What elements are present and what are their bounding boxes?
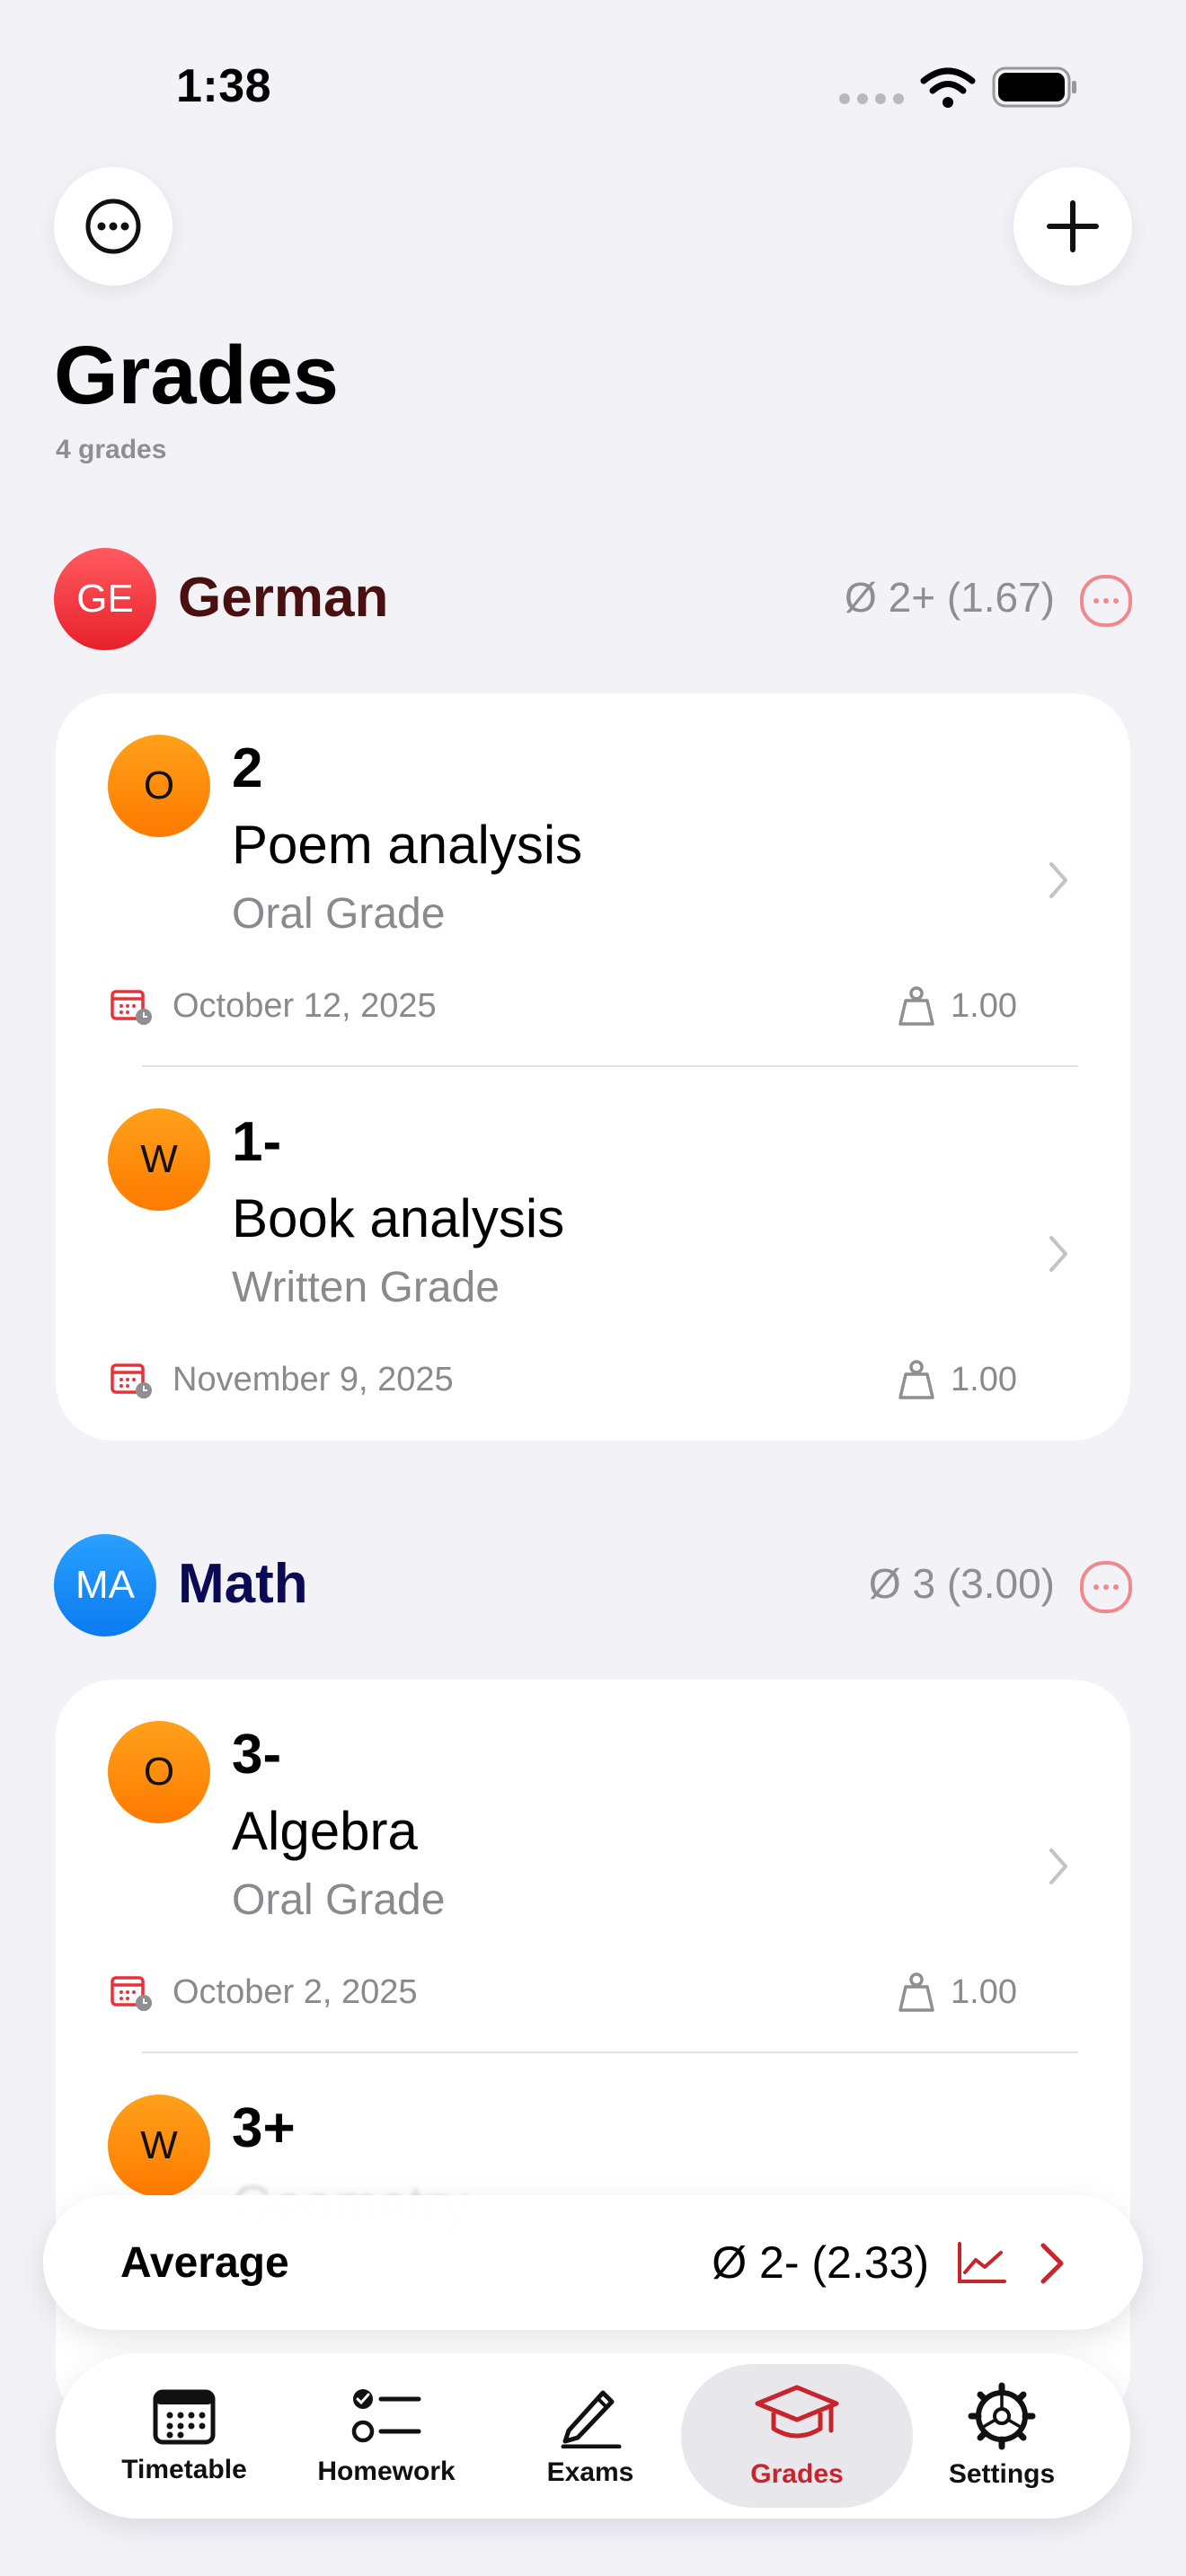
grade-date: October 2, 2025 [173,1973,418,2011]
chevron-right-icon [1049,1848,1067,1884]
grade-weight: 1.00 [951,987,1017,1025]
weight-icon [898,1972,934,2012]
tab-label: Timetable [121,2455,247,2484]
chevron-right-icon [1049,862,1067,898]
checklist-icon [351,2389,421,2443]
calendar-clock-icon [111,1976,152,2011]
tab-exams[interactable]: Exams [494,2353,686,2519]
grade-date: November 9, 2025 [173,1361,454,1398]
grade-kind: Oral Grade [232,890,446,938]
calendar-clock-icon [111,1363,152,1398]
wifi-icon [920,67,976,108]
gear-icon [968,2382,1036,2450]
tab-label: Settings [948,2459,1056,2489]
graduation-cap-icon [755,2385,839,2439]
overall-average: Ø 2- (2.33) [712,2237,929,2288]
german-options-button[interactable] [1080,575,1132,627]
grade-kind: Oral Grade [232,1876,446,1924]
weight-icon [898,986,934,1026]
subject-name-math: Math [178,1553,308,1615]
grade-value: 3+ [232,2097,296,2159]
subject-name-german: German [178,567,389,629]
grade-type-badge: O [108,735,210,837]
subject-badge-math: MA [54,1534,156,1636]
chevron-right-icon[interactable] [1039,2242,1066,2285]
battery-icon [992,66,1076,108]
grade-kind: Written Grade [232,1264,500,1311]
grade-value: 2 [232,737,263,799]
calendar-clock-icon [111,990,152,1025]
grade-date: October 12, 2025 [173,987,437,1025]
grade-count: 4 grades [56,435,167,464]
tab-grades[interactable]: Grades [697,2353,897,2519]
cellular-signal-icon [839,93,904,104]
subject-badge-german: GE [54,548,156,650]
more-options-button[interactable] [54,167,173,286]
page-title: Grades [54,330,340,421]
chevron-right-icon [1049,1236,1067,1272]
grade-title: Algebra [232,1801,418,1861]
grade-type-badge: W [108,2095,210,2197]
add-grade-button[interactable] [1013,167,1132,286]
grade-title: Book analysis [232,1188,565,1248]
ellipsis-circle-icon [85,198,141,254]
plus-icon [1047,200,1099,252]
tab-timetable[interactable]: Timetable [81,2353,288,2519]
tab-homework[interactable]: Homework [288,2353,485,2519]
grade-type-badge: W [108,1108,210,1211]
grade-value: 1- [232,1111,282,1173]
tab-label: Grades [750,2459,844,2489]
subject-average-math: Ø 3 (3.00) [868,1560,1055,1607]
tab-label: Exams [546,2457,634,2487]
math-options-button[interactable] [1080,1561,1132,1613]
chart-line-icon[interactable] [956,2240,1008,2285]
grade-value: 3- [232,1724,282,1786]
status-time: 1:38 [176,60,272,112]
pencil-icon [561,2390,622,2448]
average-label: Average [120,2239,289,2287]
calendar-icon [153,2389,216,2445]
subject-average-german: Ø 2+ (1.67) [845,574,1055,621]
weight-icon [898,1360,934,1399]
grade-weight: 1.00 [951,1361,1017,1398]
grade-type-badge: O [108,1721,210,1823]
tab-settings[interactable]: Settings [907,2353,1096,2519]
grade-title: Poem analysis [232,815,583,875]
grade-weight: 1.00 [951,1973,1017,2011]
tab-label: Homework [317,2457,456,2486]
